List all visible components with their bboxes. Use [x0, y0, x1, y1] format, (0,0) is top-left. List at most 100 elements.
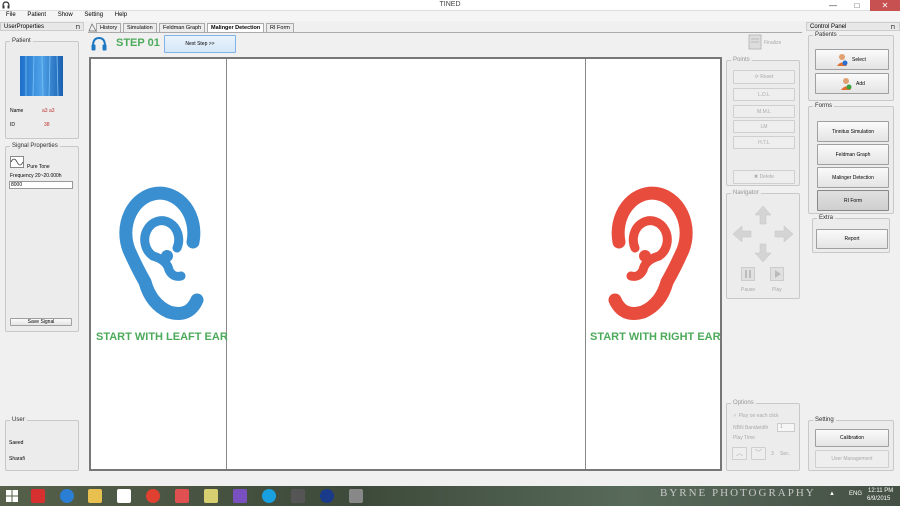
navigator-group: Navigator Pause Play [726, 190, 800, 299]
pin-icon[interactable]: ⊓ [890, 24, 895, 31]
mml-button[interactable]: M.M.L [733, 105, 795, 118]
extra-group: Extra Report [812, 215, 890, 253]
user-properties-title: UserProperties [4, 24, 45, 30]
menu-help[interactable]: Help [111, 11, 131, 18]
play-time-increase-button[interactable]: ﹀ [751, 447, 766, 460]
pause-button[interactable] [741, 267, 755, 281]
patient-group-title: Patient [10, 38, 33, 44]
control-panel-header: Control Panel ⊓ [806, 22, 900, 31]
control-panel-title: Control Panel [810, 24, 847, 30]
form-ri-form-button[interactable]: RI Form [817, 190, 889, 211]
signal-properties-title: Signal Properties [10, 143, 60, 149]
right-ear-label: START WITH RIGHT EAR [590, 331, 721, 343]
m-app-icon[interactable] [320, 489, 334, 503]
clock-date[interactable]: 6/9/2015 [867, 496, 890, 502]
right-divider [585, 59, 586, 469]
skype-icon[interactable] [262, 489, 276, 503]
user-management-button[interactable]: User Management [815, 450, 889, 468]
finalize-button[interactable]: Finalize [748, 34, 788, 52]
calibration-button[interactable]: Calibration [815, 429, 889, 447]
form-feldman-graph-button[interactable]: Feldman Graph [817, 144, 889, 165]
notification-arrow-icon[interactable]: ▲ [829, 491, 835, 497]
user-select-icon [837, 54, 848, 66]
viber-icon[interactable] [233, 489, 247, 503]
nbn-spinner[interactable]: 1 [777, 423, 795, 432]
folder-app-icon[interactable] [204, 489, 218, 503]
step-title: STEP 01 [116, 37, 160, 49]
file-explorer-icon[interactable] [88, 489, 102, 503]
frequency-label: Frequency 20~20.000h [10, 173, 62, 179]
frequency-input[interactable] [9, 181, 73, 189]
select-patient-button[interactable]: Select [815, 49, 889, 70]
left-ear-label: START WITH LEAFT EAR [96, 331, 228, 343]
htl-button[interactable]: H.T.L [733, 136, 795, 149]
close-button[interactable]: ✕ [870, 0, 900, 11]
sine-wave-icon[interactable] [10, 156, 24, 168]
delete-button[interactable]: ✖ Delete [733, 170, 795, 184]
options-title: Options [731, 400, 756, 406]
patients-group: Patients Select Add [808, 32, 894, 101]
tab-feldman-graph[interactable]: Feldman Graph [159, 23, 206, 32]
left-divider [226, 59, 227, 469]
headphones-app-icon[interactable] [291, 489, 305, 503]
finalize-icon [748, 34, 762, 50]
windows-start-icon[interactable] [5, 489, 19, 503]
arrow-down-icon [754, 243, 772, 263]
save-signal-button[interactable]: Save Signal [10, 318, 72, 326]
pin-icon[interactable]: ⊓ [75, 24, 80, 31]
user-add-icon [841, 78, 852, 90]
pure-tone-label: Pure Tone [27, 164, 50, 170]
report-button[interactable]: Report [816, 229, 888, 249]
finalize-label: Finalize [764, 40, 782, 46]
right-ear-icon[interactable] [601, 186, 701, 326]
add-patient-button[interactable]: Add [815, 73, 889, 94]
tab-simulation[interactable]: Simulation [123, 23, 157, 32]
menu-bar: File Patient Show Setting Help [0, 11, 900, 21]
navigator-title: Navigator [731, 190, 761, 196]
name-label: Name [10, 108, 24, 114]
lm-button[interactable]: LM [733, 120, 795, 133]
reset-label: Reset [760, 74, 774, 80]
paint-app-icon[interactable] [349, 489, 363, 503]
extra-title: Extra [817, 215, 836, 221]
arrow-right-icon [774, 225, 794, 243]
chrome-icon[interactable] [146, 489, 160, 503]
media-app-icon[interactable] [117, 489, 131, 503]
clock-time[interactable]: 12:11 PM [868, 488, 893, 494]
pause-icon [745, 270, 751, 278]
menu-show[interactable]: Show [54, 11, 77, 18]
sync-app-icon[interactable] [175, 489, 189, 503]
tab-ri-form[interactable]: RI Form [266, 23, 294, 32]
play-button[interactable] [770, 267, 784, 281]
user-first-name: Saeed [9, 440, 24, 446]
left-ear-icon[interactable] [111, 186, 211, 326]
ldl-button[interactable]: L.D.L [733, 88, 795, 101]
play-each-checkbox[interactable]: ✓ Play on each click [733, 413, 779, 419]
forms-title: Forms [813, 103, 834, 109]
form-tinnitus-simulation-button[interactable]: Tinnitus Simulation [817, 121, 889, 142]
next-step-button[interactable]: Next Step >> [164, 35, 236, 53]
nbn-label: NBN Bandwidth [733, 425, 769, 431]
points-title: Points [731, 57, 752, 63]
tab-malinger-detection[interactable]: Malinger Detection [207, 23, 265, 32]
app-red-icon[interactable] [31, 489, 45, 503]
delete-label: Delete [759, 174, 775, 180]
form-malinger-detection-button[interactable]: Malinger Detection [817, 167, 889, 188]
menu-file[interactable]: File [2, 11, 20, 18]
menu-patient[interactable]: Patient [23, 11, 50, 18]
reset-button[interactable]: ⟳ Reset [733, 70, 795, 84]
minimize-button[interactable]: — [822, 0, 844, 11]
tab-history[interactable]: History [96, 23, 122, 32]
nbn-value: 1 [780, 424, 783, 430]
chevron-up-icon: ︿ [736, 450, 743, 457]
user-last-name: Sharafi [9, 456, 25, 462]
wallpaper-watermark: BYRNE PHOTOGRAPHY [660, 487, 816, 499]
menu-setting[interactable]: Setting [80, 11, 107, 18]
play-time-decrease-button[interactable]: ︿ [732, 447, 747, 460]
play-icon [775, 270, 781, 278]
maximize-button[interactable]: □ [846, 0, 868, 11]
navigator-arrows [732, 205, 794, 263]
language-indicator[interactable]: ENG [849, 491, 862, 497]
user-properties-header: UserProperties ⊓ [0, 22, 84, 31]
internet-explorer-icon[interactable] [60, 489, 74, 503]
